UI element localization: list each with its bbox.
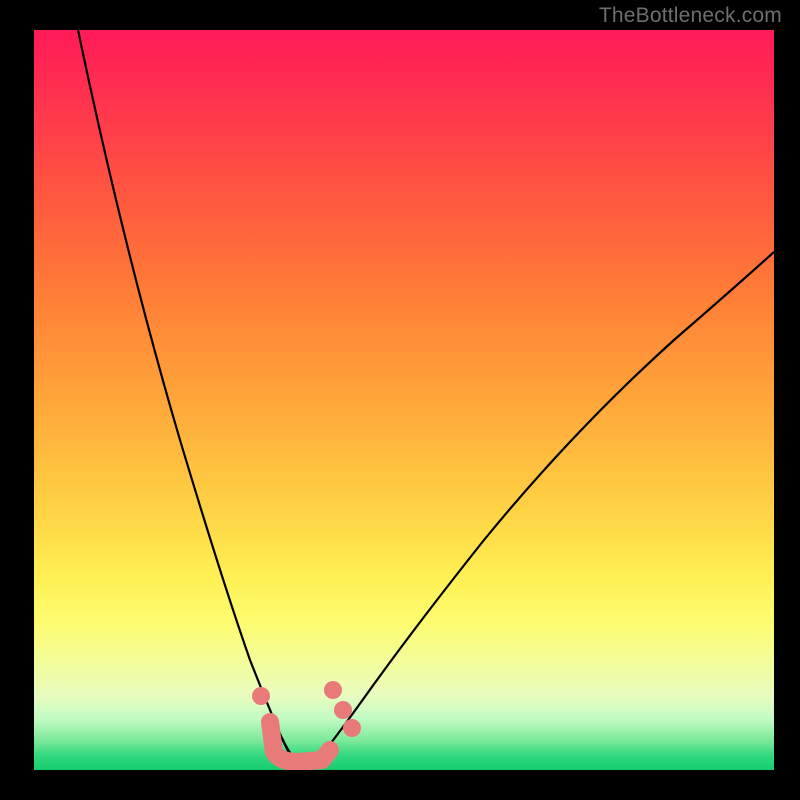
marker-dot: [343, 719, 361, 737]
marker-dot: [334, 701, 352, 719]
plot-area: [34, 30, 774, 770]
curve-left: [78, 30, 294, 762]
outer-frame: TheBottleneck.com: [0, 0, 800, 800]
marker-u-shape: [270, 722, 330, 762]
marker-dot: [324, 681, 342, 699]
curve-right: [316, 252, 774, 762]
marker-dot: [252, 687, 270, 705]
marker-group: [252, 681, 361, 762]
watermark-text: TheBottleneck.com: [599, 4, 782, 28]
chart-svg: [34, 30, 774, 770]
